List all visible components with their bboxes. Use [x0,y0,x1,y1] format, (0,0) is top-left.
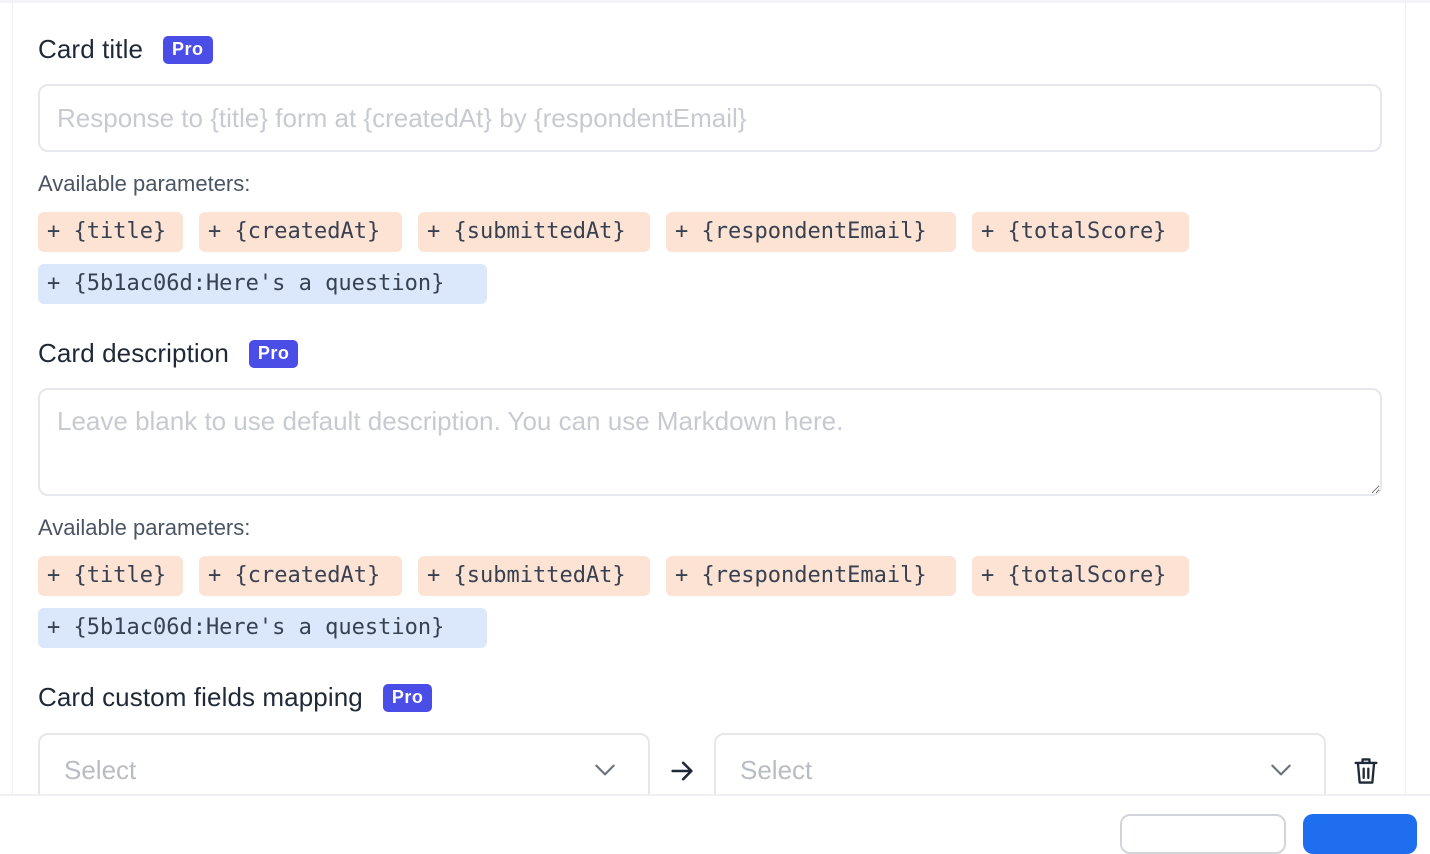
param-chip-respondentemail[interactable]: + {respondentEmail} [666,212,956,252]
chevron-down-icon [1271,764,1291,776]
param-chip-title[interactable]: + {title} [38,212,183,252]
pro-badge: Pro [248,339,299,368]
pro-badge: Pro [382,683,433,712]
available-parameters-label: Available parameters: [38,515,251,540]
custom-fields-label-text: Card custom fields mapping [38,682,363,712]
param-chip-respondentemail[interactable]: + {respondentEmail} [666,556,956,596]
param-chip-title[interactable]: + {title} [38,556,183,596]
param-chip-createdat[interactable]: + {createdAt} [199,212,402,252]
card-title-label-text: Card title [38,34,144,64]
param-chip-createdat[interactable]: + {createdAt} [199,556,402,596]
card-description-label: Card description Pro [38,338,299,369]
param-chip-question[interactable]: + {5b1ac06d:Here's a question} [38,264,487,304]
trash-icon[interactable] [1352,756,1380,786]
param-chip-question[interactable]: + {5b1ac06d:Here's a question} [38,608,487,648]
param-chip-submittedat[interactable]: + {submittedAt} [418,556,650,596]
custom-fields-label: Card custom fields mapping Pro [38,682,433,713]
param-chip-totalscore[interactable]: + {totalScore} [972,556,1189,596]
param-chip-totalscore[interactable]: + {totalScore} [972,212,1189,252]
card-title-input[interactable] [38,84,1382,152]
available-parameters-label: Available parameters: [38,171,251,196]
card-title-label: Card title Pro [38,34,213,65]
footer-bar [0,794,1430,854]
save-button[interactable] [1303,814,1417,854]
card-description-textarea[interactable] [38,388,1382,496]
chevron-down-icon [595,764,615,776]
arrow-right-icon [671,761,693,781]
card-description-label-text: Card description [38,338,229,368]
param-chip-submittedat[interactable]: + {submittedAt} [418,212,650,252]
pro-badge: Pro [163,35,213,64]
cancel-button[interactable] [1120,814,1286,854]
select-placeholder: Select [740,755,813,785]
select-placeholder: Select [64,755,137,785]
